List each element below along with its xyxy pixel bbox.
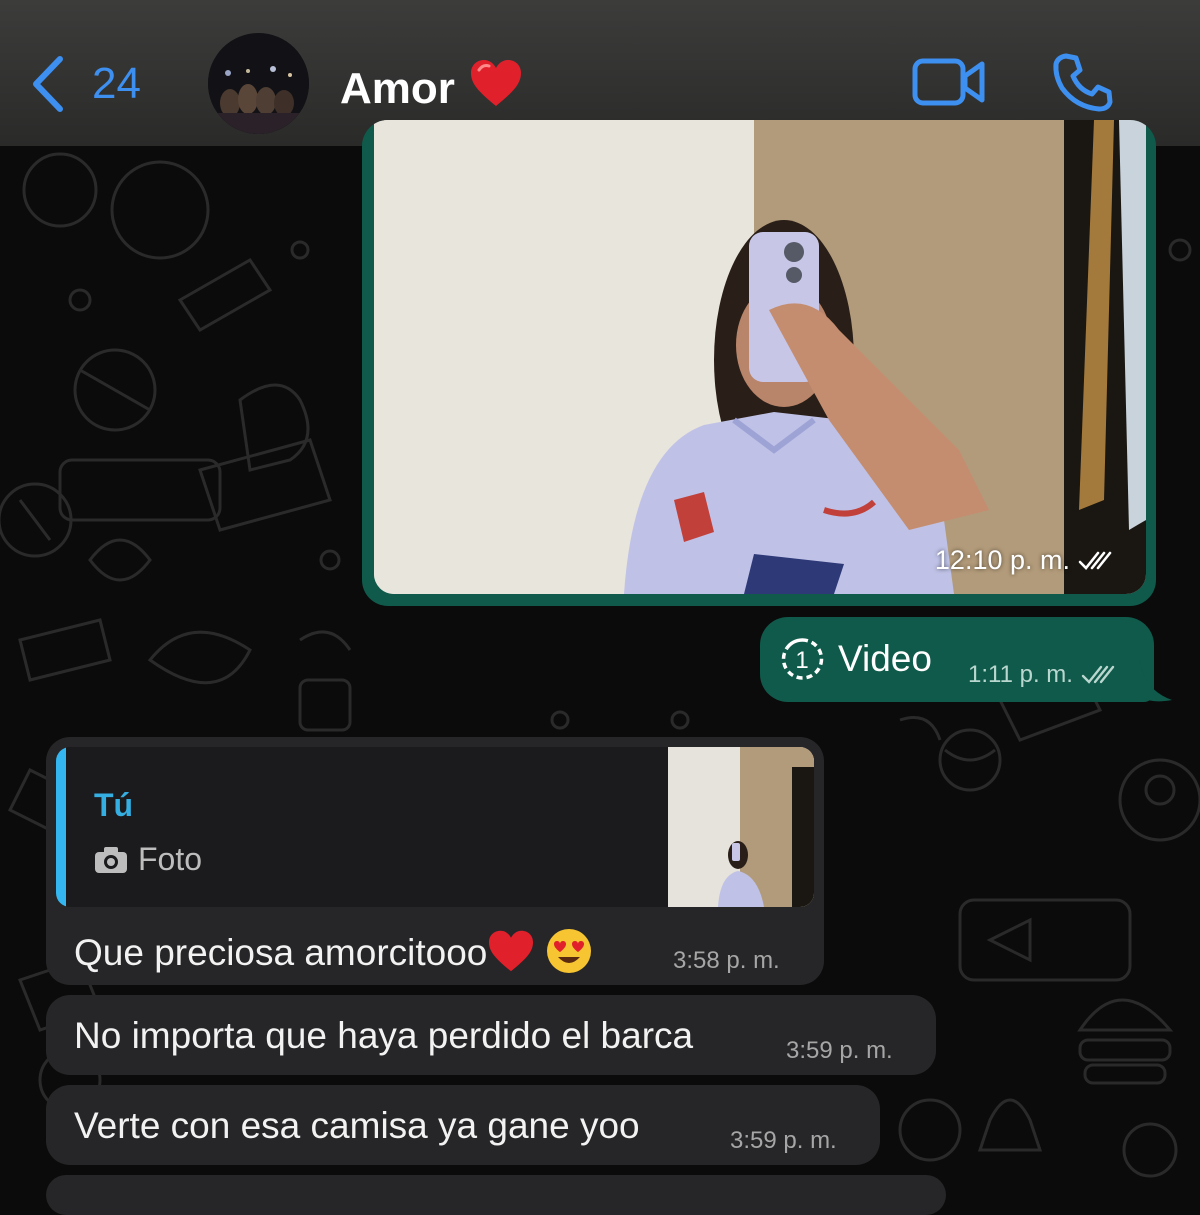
outgoing-view-once-video[interactable]: 1 Video 1:11 p. m.: [760, 617, 1154, 702]
heart-eyes-emoji-icon: [547, 929, 592, 973]
photo-image[interactable]: 12:10 p. m.: [374, 120, 1146, 594]
message-text: No importa que haya perdido el barca: [74, 1015, 694, 1056]
voice-call-button[interactable]: [1052, 52, 1114, 112]
phone-icon: [1053, 53, 1113, 112]
message-text: Verte con esa camisa ya gane yoo: [74, 1105, 640, 1146]
video-camera-icon: [912, 58, 985, 106]
incoming-message-partial[interactable]: [46, 1175, 946, 1215]
photo-time-text: 12:10 p. m.: [934, 545, 1070, 575]
video-timestamp: 1:11 p. m.: [968, 661, 1115, 689]
video-call-button[interactable]: [912, 56, 986, 108]
video-time-text: 1:11 p. m.: [968, 661, 1073, 688]
chevron-left-icon: [33, 56, 63, 112]
camera-icon: [95, 846, 127, 873]
svg-text:1: 1: [795, 647, 808, 674]
back-button[interactable]: 24: [30, 52, 170, 116]
quote-type: Foto: [94, 841, 202, 878]
quote-thumbnail: [668, 747, 814, 907]
message-timestamp: 3:58 p. m.: [673, 947, 780, 974]
photo-timestamp: 12:10 p. m.: [935, 545, 1112, 576]
incoming-message[interactable]: No importa que haya perdido el barca 3:5…: [46, 995, 936, 1075]
message-timestamp: 3:59 p. m.: [730, 1127, 837, 1154]
quote-author: Tú: [94, 787, 134, 823]
bubble-tail: [1140, 660, 1172, 702]
contact-name-text: Amor: [340, 63, 455, 113]
double-check-icon: [1081, 665, 1115, 684]
avatar[interactable]: [208, 33, 309, 134]
incoming-reply-message[interactable]: Tú Foto Que preciosa amorcitooo 3:58 p. …: [46, 737, 824, 985]
video-label: Video: [838, 638, 932, 679]
message-timestamp: 3:59 p. m.: [786, 1037, 893, 1064]
incoming-message[interactable]: Verte con esa camisa ya gane yoo 3:59 p.…: [46, 1085, 880, 1165]
unread-count: 24: [92, 59, 141, 108]
contact-name[interactable]: Amor: [340, 58, 523, 119]
outgoing-photo-message[interactable]: 12:10 p. m.: [362, 120, 1156, 606]
heart-icon: [489, 930, 534, 972]
message-text: Que preciosa amorcitooo: [74, 927, 593, 975]
view-once-icon: 1: [781, 638, 824, 680]
heart-emoji: [469, 58, 523, 119]
quoted-message[interactable]: Tú Foto: [56, 747, 814, 907]
double-check-icon: [1078, 551, 1112, 570]
quote-type-text: Foto: [138, 841, 203, 877]
quote-accent-bar: [56, 747, 66, 907]
message-text-content: Que preciosa amorcitooo: [74, 932, 488, 973]
heart-icon: [470, 60, 521, 106]
avatar-image: [208, 33, 309, 134]
photo-content: [374, 120, 1146, 594]
view-once-row: 1 Video: [780, 637, 932, 681]
